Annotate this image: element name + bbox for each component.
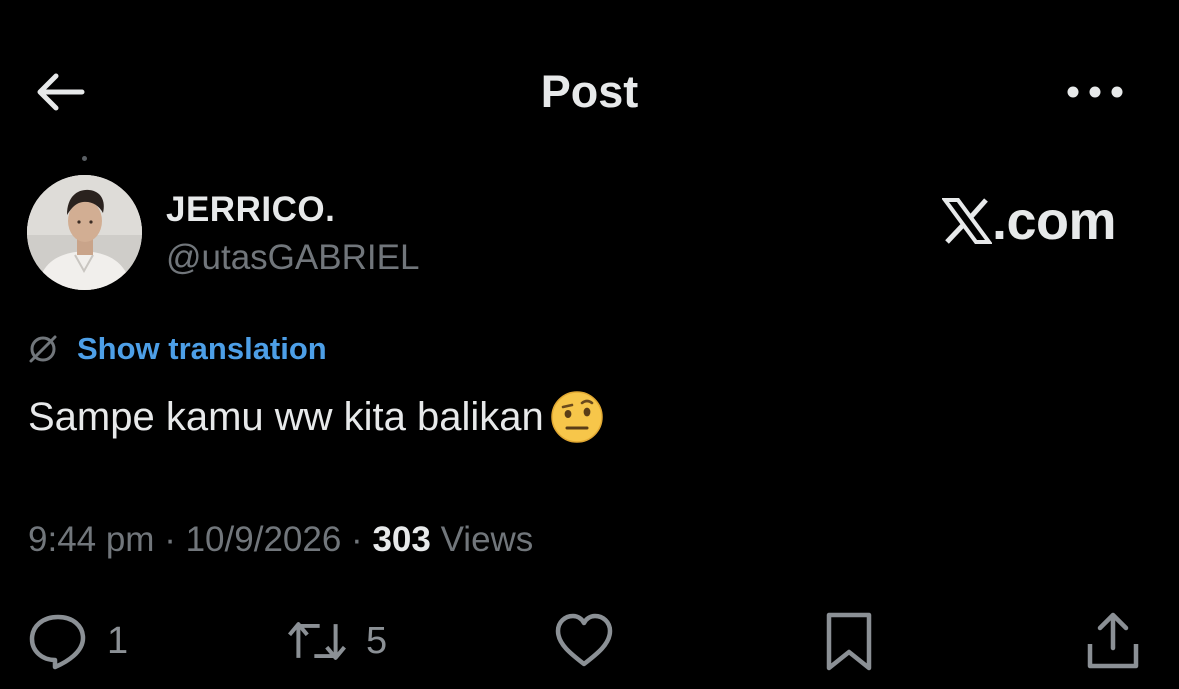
author-handle[interactable]: @utasGABRIEL	[166, 238, 419, 278]
reply-icon	[29, 614, 86, 670]
x-com-watermark: .com	[942, 190, 1117, 252]
repost-icon	[288, 622, 346, 660]
share-button[interactable]	[1082, 610, 1144, 672]
meta-separator: ·	[164, 520, 176, 559]
post-date: 10/9/2026	[185, 520, 342, 559]
repost-button[interactable]: 5	[286, 610, 387, 672]
watermark-text: .com	[992, 191, 1117, 251]
post-text: Sampe kamu ww kita balikan	[28, 394, 544, 439]
show-translation-row[interactable]: Show translation	[27, 331, 327, 367]
share-icon	[1087, 612, 1139, 669]
x-logo-icon	[942, 198, 992, 244]
author-display-name[interactable]: JERRICO.	[166, 190, 335, 230]
meta-separator: ·	[351, 520, 363, 559]
heart-icon	[555, 613, 613, 667]
bookmark-button[interactable]	[818, 610, 880, 672]
raised-eyebrow-emoji	[551, 391, 603, 443]
show-translation-link[interactable]: Show translation	[77, 331, 327, 367]
views-count[interactable]: 303	[372, 520, 430, 559]
views-label: Views	[440, 520, 534, 559]
post-time: 9:44 pm	[28, 520, 155, 559]
post-body: Sampe kamu ww kita balikan	[28, 390, 604, 444]
bookmark-icon	[826, 612, 872, 671]
top-bar: Post	[0, 0, 1179, 180]
thread-dot	[82, 156, 87, 161]
reply-count: 1	[107, 619, 129, 662]
more-horizontal-icon	[1067, 86, 1123, 98]
avatar[interactable]	[27, 175, 142, 290]
like-button[interactable]	[553, 610, 615, 672]
more-options-button[interactable]	[1062, 78, 1128, 106]
repost-count: 5	[366, 619, 388, 662]
post-meta: 9:44 pm · 10/9/2026 · 303 Views	[28, 520, 533, 560]
translate-globe-icon	[29, 335, 57, 363]
page-title: Post	[540, 66, 639, 117]
action-bar: 1 5	[0, 600, 1179, 680]
avatar-photo	[27, 175, 142, 290]
reply-button[interactable]: 1	[27, 610, 128, 672]
